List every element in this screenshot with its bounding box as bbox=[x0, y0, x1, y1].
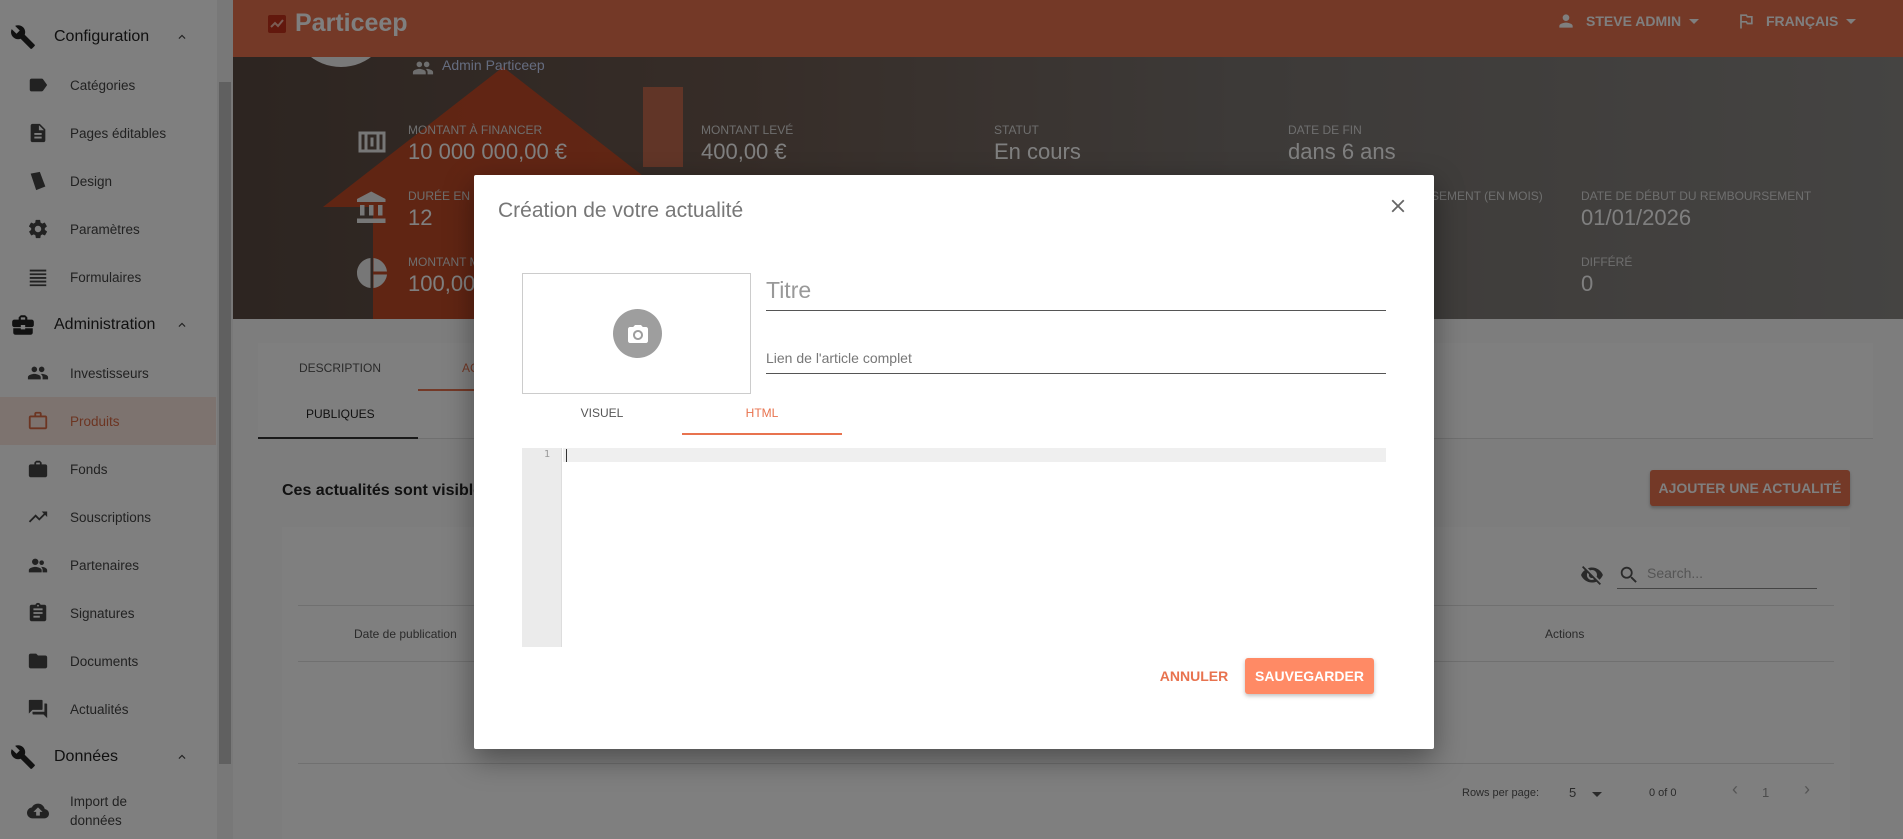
editor-gutter: 1 bbox=[522, 448, 562, 647]
close-icon[interactable] bbox=[1387, 195, 1409, 217]
article-link-input[interactable]: Lien de l'article complet bbox=[766, 350, 1386, 374]
camera-icon bbox=[627, 324, 648, 343]
save-button[interactable]: SAUVEGARDER bbox=[1245, 658, 1374, 694]
tab-visuel[interactable]: VISUEL bbox=[522, 405, 682, 435]
title-input[interactable]: Titre bbox=[766, 273, 1386, 311]
tab-html[interactable]: HTML bbox=[682, 405, 842, 435]
html-code-editor[interactable]: 1 bbox=[522, 448, 1386, 647]
line-number: 1 bbox=[543, 449, 550, 460]
cancel-button[interactable]: ANNULER bbox=[1154, 658, 1234, 694]
dialog-title: Création de votre actualité bbox=[498, 199, 744, 222]
text-cursor bbox=[566, 449, 567, 462]
active-line-highlight bbox=[563, 448, 1386, 462]
camera-button[interactable] bbox=[613, 309, 662, 358]
create-news-dialog: Création de votre actualité Titre Lien d… bbox=[474, 175, 1434, 749]
image-upload-area[interactable] bbox=[522, 273, 751, 394]
